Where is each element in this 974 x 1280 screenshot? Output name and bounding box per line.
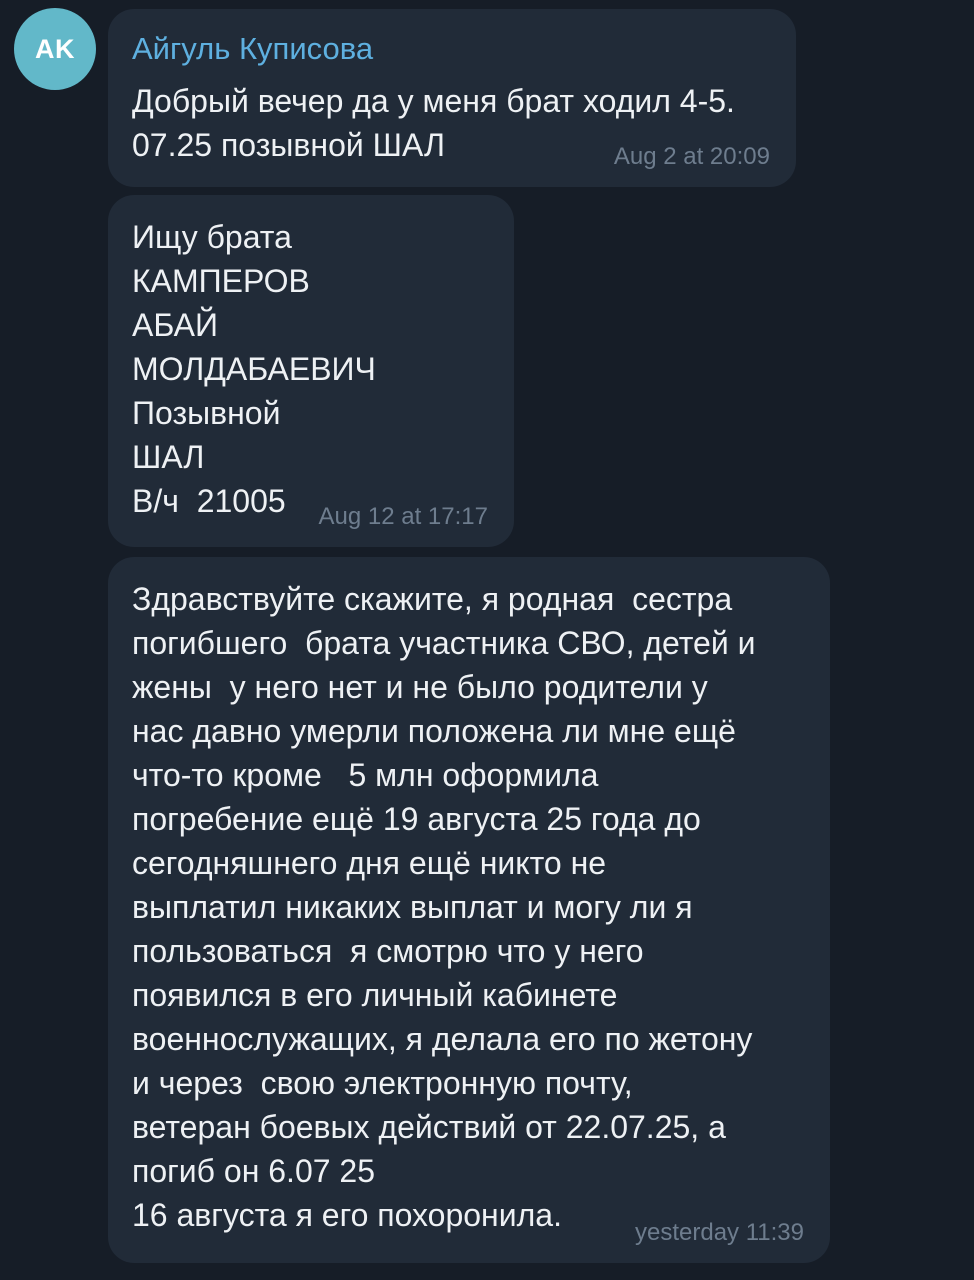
message-timestamp: Aug 12 at 17:17	[318, 503, 488, 530]
message-bubble[interactable]: Айгуль Куписова Добрый вечер да у меня б…	[108, 9, 796, 187]
message-bubble[interactable]: Здравствуйте скажите, я родная сестра по…	[108, 557, 830, 1263]
message-bubble[interactable]: Ищу брата КАМПЕРОВ АБАЙ МОЛДАБАЕВИЧ Позы…	[108, 195, 514, 547]
message-timestamp: yesterday 11:39	[635, 1219, 804, 1246]
message-timestamp: Aug 2 at 20:09	[613, 143, 770, 170]
avatar[interactable]: AK	[14, 8, 96, 90]
message-text: Ищу брата КАМПЕРОВ АБАЙ МОЛДАБАЕВИЧ Позы…	[132, 219, 376, 519]
message-text: Здравствуйте скажите, я родная сестра по…	[132, 581, 756, 1233]
sender-name[interactable]: Айгуль Куписова	[132, 31, 373, 67]
